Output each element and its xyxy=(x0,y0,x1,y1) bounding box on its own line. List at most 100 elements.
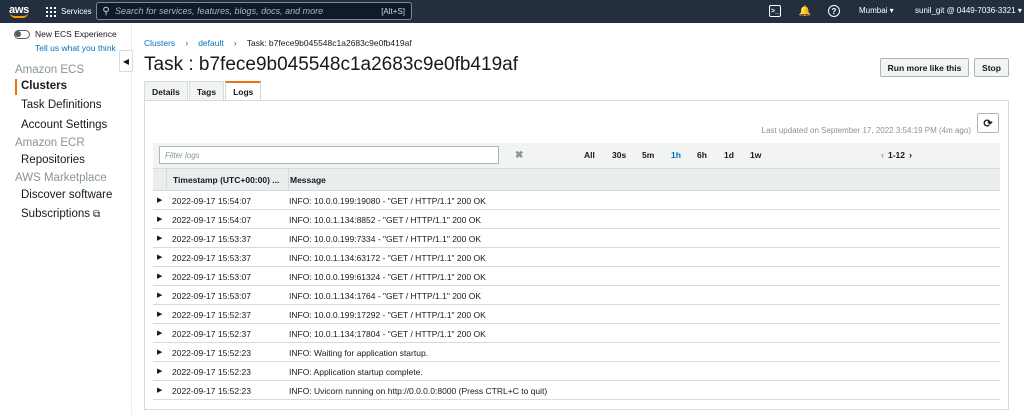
expand-caret-icon[interactable]: ▶ xyxy=(157,234,162,242)
clear-filter-icon[interactable]: ✖ xyxy=(515,150,523,161)
table-row[interactable]: ▶ 2022-09-17 15:53:37 INFO: 10.0.1.134:631… xyxy=(153,248,1000,267)
table-row[interactable]: ▶ 2022-09-17 15:52:23 INFO: Uvicorn runnin… xyxy=(153,381,1000,400)
range-1h[interactable]: 1h xyxy=(671,150,681,160)
sidebar-item-clusters[interactable]: Clusters xyxy=(21,80,67,92)
row-timestamp: 2022-09-17 15:53:07 xyxy=(172,291,251,301)
sidebar-item-repositories[interactable]: Repositories xyxy=(21,154,85,166)
expand-caret-icon[interactable]: ▶ xyxy=(157,329,162,337)
breadcrumb: Clusters › default › Task: b7fece9b04554… xyxy=(144,38,412,48)
chevron-right-icon: › xyxy=(185,38,189,48)
new-ecs-experience-toggle[interactable] xyxy=(14,29,30,39)
table-row[interactable]: ▶ 2022-09-17 15:53:07 INFO: 10.0.0.199:613… xyxy=(153,267,1000,286)
tab-logs[interactable]: Logs xyxy=(225,81,262,101)
breadcrumb-default[interactable]: default xyxy=(198,38,224,48)
range-5m[interactable]: 5m xyxy=(642,150,654,160)
row-message: INFO: 10.0.1.134:63172 - "GET / HTTP/1.1… xyxy=(289,253,486,263)
message-column-header: Message xyxy=(290,169,326,191)
tab-tags[interactable]: Tags xyxy=(188,81,225,101)
expand-caret-icon[interactable]: ▶ xyxy=(157,253,162,261)
global-search-bar[interactable]: ⚲ [Alt+S] xyxy=(96,2,412,20)
stop-button[interactable]: Stop xyxy=(974,58,1009,77)
bell-icon[interactable]: 🔔 xyxy=(798,4,812,18)
range-1w[interactable]: 1w xyxy=(750,150,761,160)
row-message: INFO: 10.0.0.199:17292 - "GET / HTTP/1.1… xyxy=(289,310,486,320)
cloudshell-icon[interactable]: >_ xyxy=(769,5,781,17)
aws-smile-icon xyxy=(10,13,28,18)
expand-caret-icon[interactable]: ▶ xyxy=(157,348,162,356)
chevron-right-icon: › xyxy=(233,38,237,48)
row-message: INFO: 10.0.0.199:61324 - "GET / HTTP/1.1… xyxy=(289,272,486,282)
expand-caret-icon[interactable]: ▶ xyxy=(157,386,162,394)
table-row[interactable]: ▶ 2022-09-17 15:54:07 INFO: 10.0.0.199:190… xyxy=(153,191,1000,210)
row-timestamp: 2022-09-17 15:53:37 xyxy=(172,253,251,263)
search-shortcut-hint: [Alt+S] xyxy=(381,6,405,16)
top-navigation-bar: aws Services ⚲ [Alt+S] >_ 🔔 ? Mumbai ▾ s… xyxy=(0,0,1024,23)
range-1d[interactable]: 1d xyxy=(724,150,734,160)
subscriptions-label: Subscriptions xyxy=(21,208,91,220)
log-table-header: Timestamp (UTC+00:00) ... Message xyxy=(153,169,1000,191)
table-row[interactable]: ▶ 2022-09-17 15:54:07 INFO: 10.0.1.134:885… xyxy=(153,210,1000,229)
message-header-label: Message xyxy=(290,175,326,185)
row-message: INFO: 10.0.0.199:7334 - "GET / HTTP/1.1"… xyxy=(289,234,482,244)
expand-caret-icon[interactable]: ▶ xyxy=(157,310,162,318)
range-6h[interactable]: 6h xyxy=(697,150,707,160)
table-row[interactable]: ▶ 2022-09-17 15:52:23 INFO: Application st… xyxy=(153,362,1000,381)
sidebar-item-subscriptions[interactable]: Subscriptions ⧉ xyxy=(21,208,100,220)
expand-caret-icon[interactable]: ▶ xyxy=(157,367,162,375)
breadcrumb-clusters[interactable]: Clusters xyxy=(144,38,175,48)
new-ecs-experience-toggle-row[interactable]: New ECS Experience xyxy=(14,29,117,39)
expand-caret-icon[interactable]: ▶ xyxy=(157,196,162,204)
sidebar-section-amazon-ecs: Amazon ECS xyxy=(15,64,85,76)
aws-logo[interactable]: aws xyxy=(4,0,34,23)
expand-caret-icon[interactable]: ▶ xyxy=(157,272,162,280)
expand-caret-icon[interactable]: ▶ xyxy=(157,215,162,223)
collapse-sidebar-button[interactable]: ◀ xyxy=(119,50,133,72)
search-icon: ⚲ xyxy=(102,5,110,17)
expand-column-header xyxy=(153,169,167,191)
row-timestamp: 2022-09-17 15:54:07 xyxy=(172,215,251,225)
row-timestamp: 2022-09-17 15:52:23 xyxy=(172,348,251,358)
sidebar-item-task-definitions[interactable]: Task Definitions xyxy=(21,99,102,111)
region-selector[interactable]: Mumbai ▾ xyxy=(859,6,894,15)
row-message: INFO: 10.0.1.134:1764 - "GET / HTTP/1.1"… xyxy=(289,291,482,301)
sidebar-item-account-settings[interactable]: Account Settings xyxy=(21,119,107,131)
timestamp-header-label: Timestamp (UTC+00:00) ... xyxy=(173,175,280,185)
sidebar-section-amazon-ecr: Amazon ECR xyxy=(15,137,85,149)
help-icon[interactable]: ? xyxy=(828,5,840,17)
services-label: Services xyxy=(61,7,92,16)
sidebar-item-discover-software[interactable]: Discover software xyxy=(21,189,112,201)
table-row[interactable]: ▶ 2022-09-17 15:52:37 INFO: 10.0.0.199:172… xyxy=(153,305,1000,324)
table-row[interactable]: ▶ 2022-09-17 15:52:23 INFO: Waiting for ap… xyxy=(153,343,1000,362)
table-row[interactable]: ▶ 2022-09-17 15:52:37 INFO: 10.0.1.134:178… xyxy=(153,324,1000,343)
row-message: INFO: Uvicorn running on http://0.0.0.0:… xyxy=(289,386,548,396)
services-menu-button[interactable]: Services xyxy=(46,6,92,17)
task-tabs: Details Tags Logs xyxy=(144,81,262,101)
table-row[interactable]: ▶ 2022-09-17 15:53:37 INFO: 10.0.0.199:733… xyxy=(153,229,1000,248)
expand-caret-icon[interactable]: ▶ xyxy=(157,291,162,299)
timestamp-column-header[interactable]: Timestamp (UTC+00:00) ... xyxy=(173,169,289,191)
grid-icon xyxy=(46,6,56,17)
row-timestamp: 2022-09-17 15:53:07 xyxy=(172,272,251,282)
breadcrumb-current: Task: b7fece9b045548c1a2683c9e0fb419af xyxy=(246,38,412,48)
row-timestamp: 2022-09-17 15:52:23 xyxy=(172,367,251,377)
row-message: INFO: 10.0.1.134:8852 - "GET / HTTP/1.1"… xyxy=(289,215,482,225)
filter-logs-input[interactable] xyxy=(159,146,499,164)
search-input[interactable] xyxy=(115,6,382,16)
range-30s[interactable]: 30s xyxy=(612,150,626,160)
sidebar: New ECS Experience Tell us what you thin… xyxy=(0,23,132,415)
account-menu[interactable]: sunil_git @ 0449-7036-3321 ▾ xyxy=(915,6,1022,15)
range-all[interactable]: All xyxy=(584,150,595,160)
row-message: INFO: 10.0.0.199:19080 - "GET / HTTP/1.1… xyxy=(289,196,486,206)
tab-details[interactable]: Details xyxy=(144,81,188,101)
row-message: INFO: Application startup complete. xyxy=(289,367,423,377)
previous-page-icon[interactable]: ‹ xyxy=(881,150,884,160)
next-page-icon[interactable]: › xyxy=(909,150,912,160)
row-timestamp: 2022-09-17 15:52:37 xyxy=(172,329,251,339)
row-timestamp: 2022-09-17 15:54:07 xyxy=(172,196,251,206)
refresh-icon[interactable]: ⟳ xyxy=(977,113,999,133)
tell-us-link[interactable]: Tell us what you think xyxy=(35,43,116,53)
row-timestamp: 2022-09-17 15:53:37 xyxy=(172,234,251,244)
run-more-like-this-button[interactable]: Run more like this xyxy=(880,58,969,77)
last-updated-text: Last updated on September 17, 2022 3:54:… xyxy=(761,126,971,135)
table-row[interactable]: ▶ 2022-09-17 15:53:07 INFO: 10.0.1.134:176… xyxy=(153,286,1000,305)
